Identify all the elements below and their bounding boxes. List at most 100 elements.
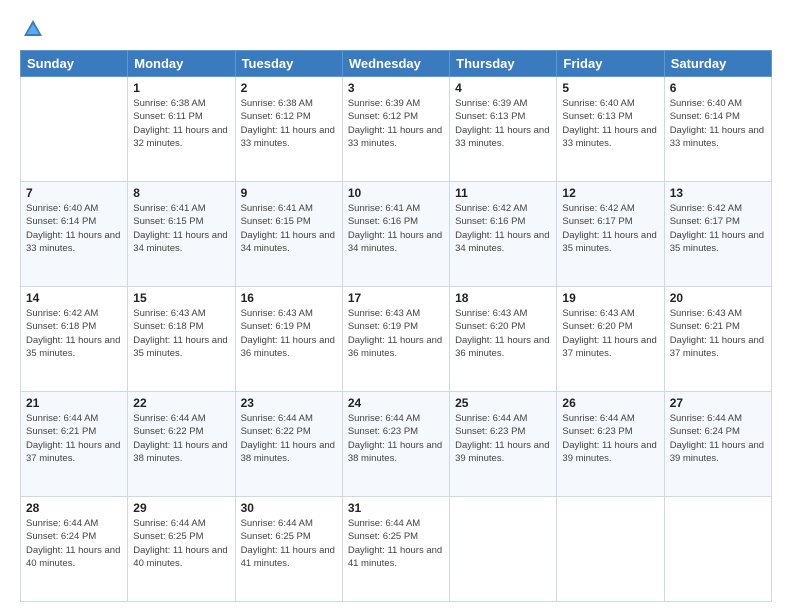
day-info: Sunrise: 6:38 AMSunset: 6:11 PMDaylight:…	[133, 97, 229, 150]
day-number: 7	[26, 186, 122, 200]
calendar-cell: 9 Sunrise: 6:41 AMSunset: 6:15 PMDaylight…	[235, 182, 342, 287]
calendar-cell: 19 Sunrise: 6:43 AMSunset: 6:20 PMDayligh…	[557, 287, 664, 392]
day-info: Sunrise: 6:40 AMSunset: 6:14 PMDaylight:…	[670, 97, 766, 150]
day-info: Sunrise: 6:43 AMSunset: 6:18 PMDaylight:…	[133, 307, 229, 360]
day-info: Sunrise: 6:41 AMSunset: 6:15 PMDaylight:…	[133, 202, 229, 255]
calendar-cell: 16Sunrise: 6:43 AMSunset: 6:19 PMDayligh…	[235, 287, 342, 392]
day-number: 18	[455, 291, 551, 305]
day-number: 2	[241, 81, 337, 95]
day-number: 13	[670, 186, 766, 200]
day-info: Sunrise: 6:40 AMSunset: 6:13 PMDaylight:…	[562, 97, 658, 150]
day-info: Sunrise: 6:44 AMSunset: 6:24 PMDaylight:…	[26, 517, 122, 570]
day-number: 30	[241, 501, 337, 515]
calendar-cell: 1 Sunrise: 6:38 AMSunset: 6:11 PMDaylight…	[128, 77, 235, 182]
day-info: Sunrise: 6:39 AMSunset: 6:12 PMDaylight:…	[348, 97, 444, 150]
calendar-week-3: 14 Sunrise: 6:42 AMSunset: 6:18 PMDayligh…	[21, 287, 772, 392]
day-number: 14	[26, 291, 122, 305]
calendar-cell: 15 Sunrise: 6:43 AMSunset: 6:18 PMDayligh…	[128, 287, 235, 392]
calendar-cell: 21 Sunrise: 6:44 AMSunset: 6:21 PMDayligh…	[21, 392, 128, 497]
day-info: Sunrise: 6:43 AMSunset: 6:20 PMDaylight:…	[455, 307, 551, 360]
day-number: 20	[670, 291, 766, 305]
day-info: Sunrise: 6:44 AMSunset: 6:22 PMDaylight:…	[133, 412, 229, 465]
day-number: 12	[562, 186, 658, 200]
calendar-cell: 18 Sunrise: 6:43 AMSunset: 6:20 PMDayligh…	[450, 287, 557, 392]
calendar-cell: 29 Sunrise: 6:44 AMSunset: 6:25 PMDayligh…	[128, 497, 235, 602]
day-number: 4	[455, 81, 551, 95]
calendar-cell: 13Sunrise: 6:42 AMSunset: 6:17 PMDayligh…	[664, 182, 771, 287]
calendar-cell	[557, 497, 664, 602]
logo-icon	[22, 18, 44, 40]
calendar-cell: 31Sunrise: 6:44 AMSunset: 6:25 PMDayligh…	[342, 497, 449, 602]
calendar-table: SundayMondayTuesdayWednesdayThursdayFrid…	[20, 50, 772, 602]
day-number: 1	[133, 81, 229, 95]
calendar-cell: 25 Sunrise: 6:44 AMSunset: 6:23 PMDayligh…	[450, 392, 557, 497]
day-number: 8	[133, 186, 229, 200]
day-number: 9	[241, 186, 337, 200]
calendar-week-5: 28 Sunrise: 6:44 AMSunset: 6:24 PMDayligh…	[21, 497, 772, 602]
day-number: 23	[241, 396, 337, 410]
day-number: 10	[348, 186, 444, 200]
calendar-week-2: 7 Sunrise: 6:40 AMSunset: 6:14 PMDaylight…	[21, 182, 772, 287]
day-info: Sunrise: 6:44 AMSunset: 6:25 PMDaylight:…	[133, 517, 229, 570]
day-number: 29	[133, 501, 229, 515]
day-info: Sunrise: 6:41 AMSunset: 6:16 PMDaylight:…	[348, 202, 444, 255]
day-number: 6	[670, 81, 766, 95]
day-info: Sunrise: 6:44 AMSunset: 6:24 PMDaylight:…	[670, 412, 766, 465]
calendar-cell: 26 Sunrise: 6:44 AMSunset: 6:23 PMDayligh…	[557, 392, 664, 497]
calendar-header-tuesday: Tuesday	[235, 51, 342, 77]
day-number: 3	[348, 81, 444, 95]
day-info: Sunrise: 6:41 AMSunset: 6:15 PMDaylight:…	[241, 202, 337, 255]
day-info: Sunrise: 6:42 AMSunset: 6:17 PMDaylight:…	[562, 202, 658, 255]
day-number: 15	[133, 291, 229, 305]
calendar-cell: 2 Sunrise: 6:38 AMSunset: 6:12 PMDaylight…	[235, 77, 342, 182]
calendar-cell: 10 Sunrise: 6:41 AMSunset: 6:16 PMDayligh…	[342, 182, 449, 287]
calendar-header-row: SundayMondayTuesdayWednesdayThursdayFrid…	[21, 51, 772, 77]
calendar-cell: 3 Sunrise: 6:39 AMSunset: 6:12 PMDaylight…	[342, 77, 449, 182]
day-info: Sunrise: 6:44 AMSunset: 6:23 PMDaylight:…	[455, 412, 551, 465]
day-number: 28	[26, 501, 122, 515]
day-info: Sunrise: 6:44 AMSunset: 6:25 PMDaylight:…	[348, 517, 444, 570]
day-info: Sunrise: 6:43 AMSunset: 6:21 PMDaylight:…	[670, 307, 766, 360]
day-info: Sunrise: 6:44 AMSunset: 6:23 PMDaylight:…	[562, 412, 658, 465]
calendar-cell: 22 Sunrise: 6:44 AMSunset: 6:22 PMDayligh…	[128, 392, 235, 497]
calendar-cell: 6 Sunrise: 6:40 AMSunset: 6:14 PMDaylight…	[664, 77, 771, 182]
day-info: Sunrise: 6:38 AMSunset: 6:12 PMDaylight:…	[241, 97, 337, 150]
calendar-header-saturday: Saturday	[664, 51, 771, 77]
calendar-cell: 24 Sunrise: 6:44 AMSunset: 6:23 PMDayligh…	[342, 392, 449, 497]
calendar-header-sunday: Sunday	[21, 51, 128, 77]
calendar-week-1: 1 Sunrise: 6:38 AMSunset: 6:11 PMDaylight…	[21, 77, 772, 182]
day-number: 27	[670, 396, 766, 410]
day-info: Sunrise: 6:44 AMSunset: 6:21 PMDaylight:…	[26, 412, 122, 465]
calendar-cell: 30 Sunrise: 6:44 AMSunset: 6:25 PMDayligh…	[235, 497, 342, 602]
calendar-cell: 11 Sunrise: 6:42 AMSunset: 6:16 PMDayligh…	[450, 182, 557, 287]
day-info: Sunrise: 6:39 AMSunset: 6:13 PMDaylight:…	[455, 97, 551, 150]
day-number: 26	[562, 396, 658, 410]
day-info: Sunrise: 6:42 AMSunset: 6:18 PMDaylight:…	[26, 307, 122, 360]
day-number: 25	[455, 396, 551, 410]
calendar-cell: 7 Sunrise: 6:40 AMSunset: 6:14 PMDaylight…	[21, 182, 128, 287]
calendar-cell: 14 Sunrise: 6:42 AMSunset: 6:18 PMDayligh…	[21, 287, 128, 392]
calendar-header-wednesday: Wednesday	[342, 51, 449, 77]
day-info: Sunrise: 6:43 AMSunset: 6:20 PMDaylight:…	[562, 307, 658, 360]
day-number: 24	[348, 396, 444, 410]
calendar-cell	[21, 77, 128, 182]
day-number: 11	[455, 186, 551, 200]
logo	[20, 18, 44, 40]
calendar-cell: 17 Sunrise: 6:43 AMSunset: 6:19 PMDayligh…	[342, 287, 449, 392]
day-info: Sunrise: 6:44 AMSunset: 6:23 PMDaylight:…	[348, 412, 444, 465]
day-info: Sunrise: 6:42 AMSunset: 6:16 PMDaylight:…	[455, 202, 551, 255]
calendar-page: SundayMondayTuesdayWednesdayThursdayFrid…	[0, 0, 792, 612]
day-info: Sunrise: 6:43 AMSunset: 6:19 PMDaylight:…	[348, 307, 444, 360]
calendar-week-4: 21 Sunrise: 6:44 AMSunset: 6:21 PMDayligh…	[21, 392, 772, 497]
day-info: Sunrise: 6:44 AMSunset: 6:25 PMDaylight:…	[241, 517, 337, 570]
calendar-cell: 12 Sunrise: 6:42 AMSunset: 6:17 PMDayligh…	[557, 182, 664, 287]
day-number: 19	[562, 291, 658, 305]
day-number: 21	[26, 396, 122, 410]
day-info: Sunrise: 6:43 AMSunset: 6:19 PMDaylight:…	[241, 307, 337, 360]
day-number: 17	[348, 291, 444, 305]
day-info: Sunrise: 6:40 AMSunset: 6:14 PMDaylight:…	[26, 202, 122, 255]
day-number: 22	[133, 396, 229, 410]
calendar-cell: 28 Sunrise: 6:44 AMSunset: 6:24 PMDayligh…	[21, 497, 128, 602]
day-number: 5	[562, 81, 658, 95]
calendar-cell: 27 Sunrise: 6:44 AMSunset: 6:24 PMDayligh…	[664, 392, 771, 497]
